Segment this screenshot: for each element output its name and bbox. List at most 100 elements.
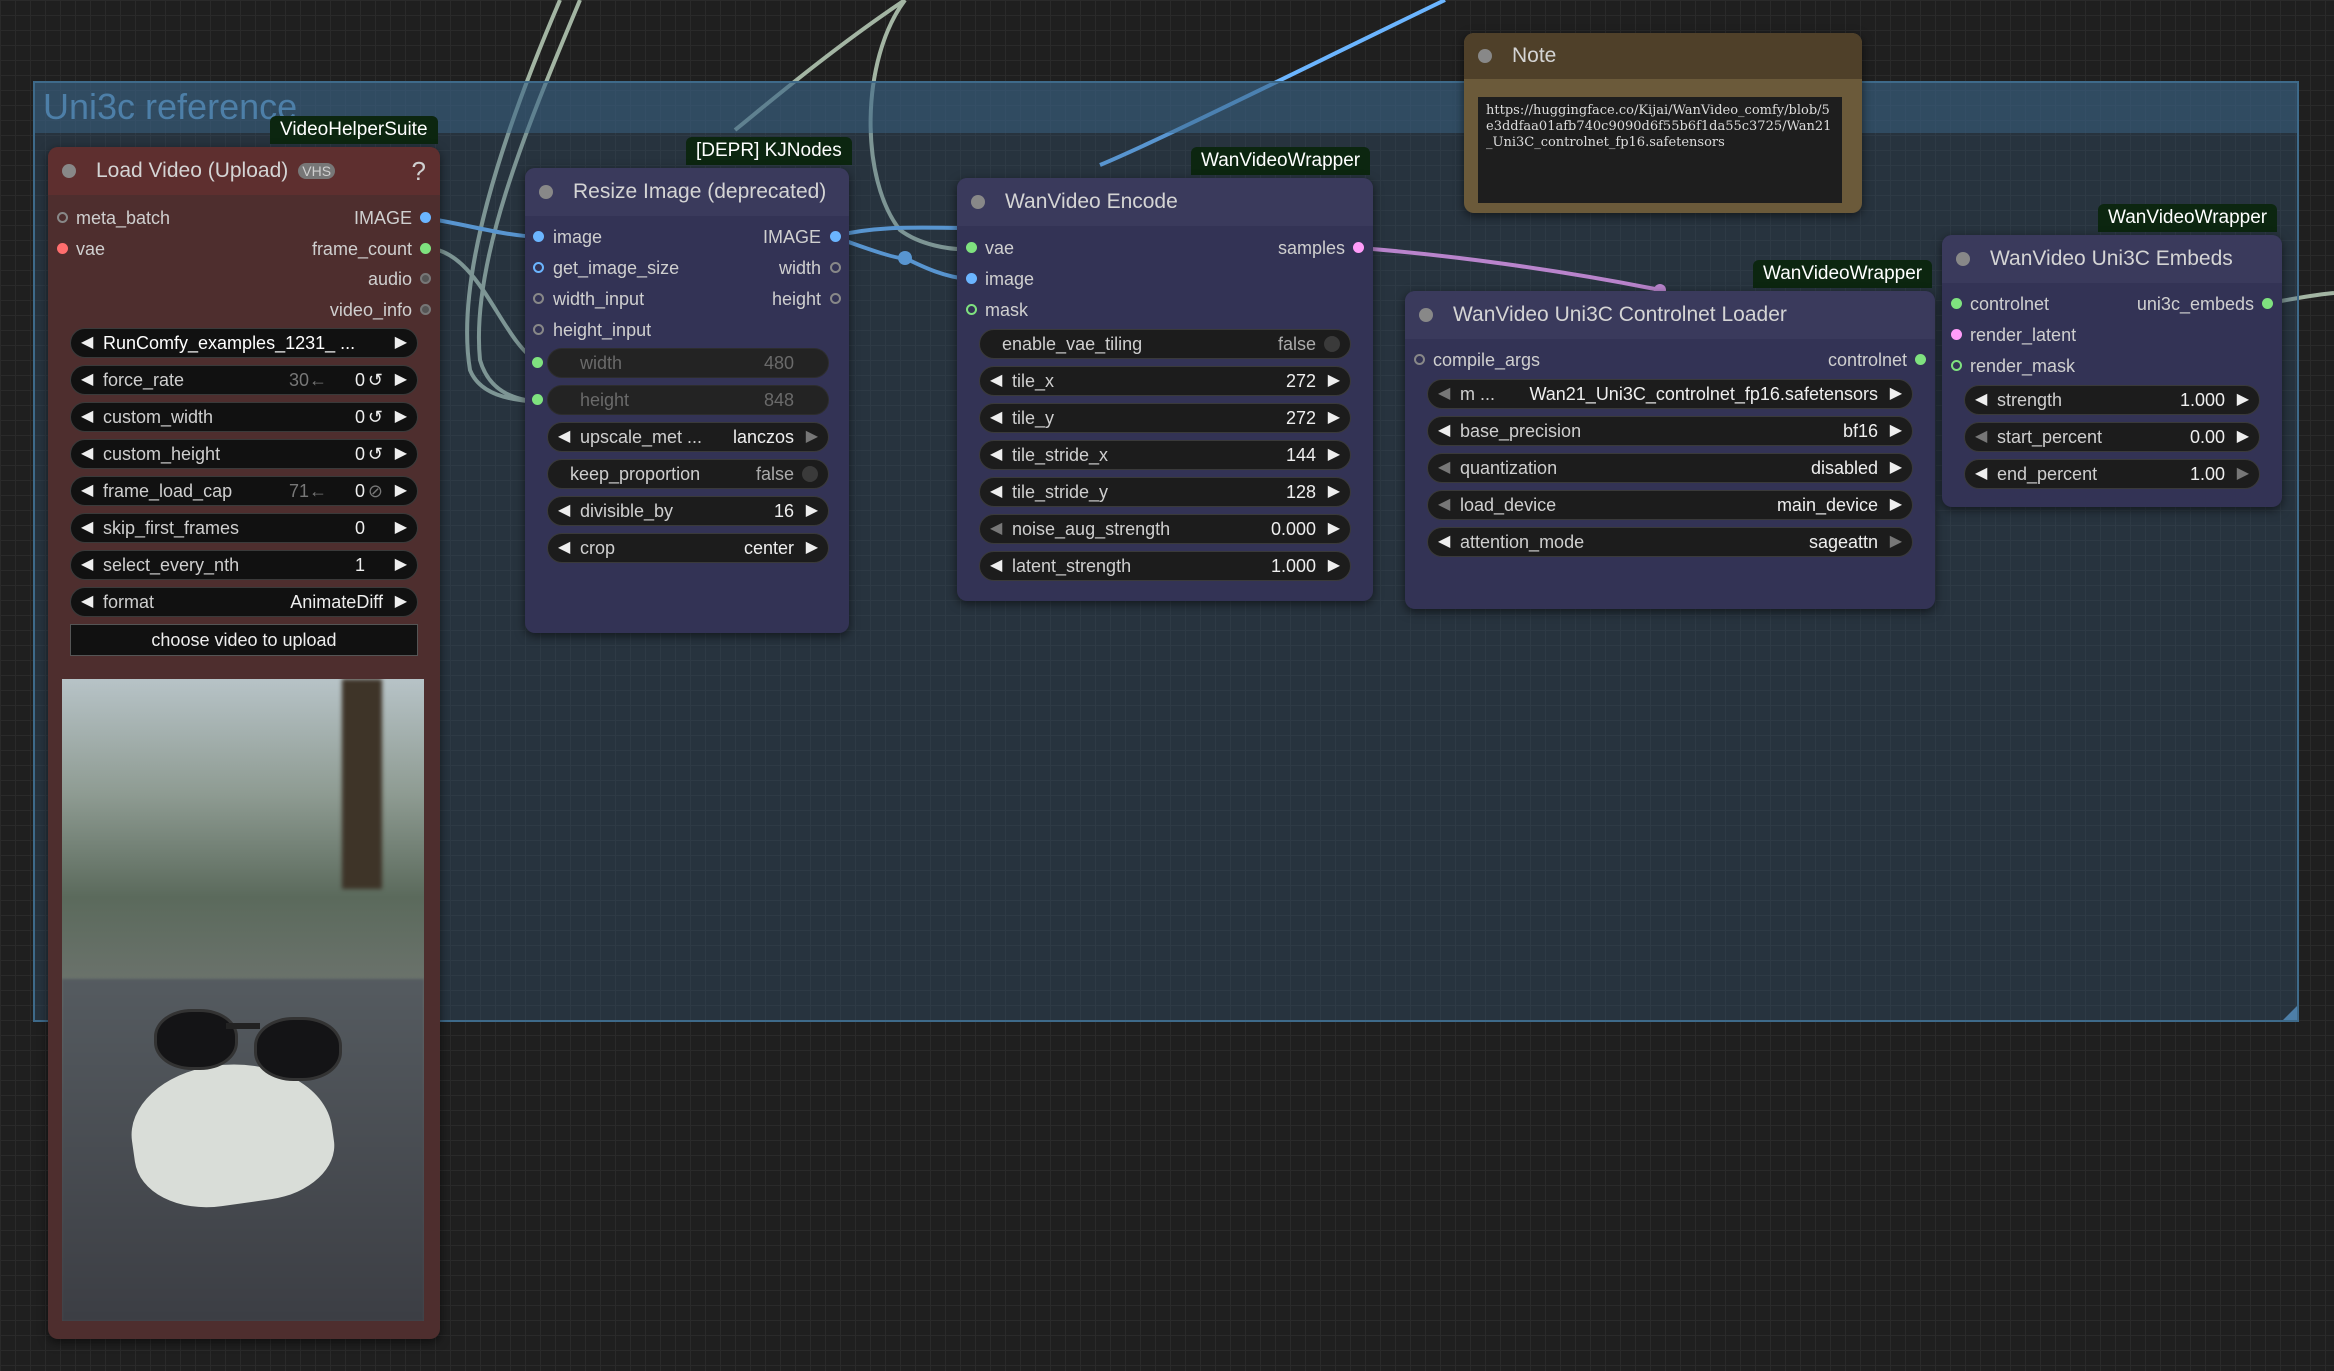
format-widget[interactable]: ◀ format AnimateDiff ▶ [70,587,418,617]
arrow-right-icon[interactable]: ▶ [1328,552,1340,580]
slot-dot[interactable] [533,293,544,304]
arrow-left-icon[interactable]: ◀ [558,534,570,562]
frame-load-cap-widget[interactable]: ◀ frame_load_cap 71← 0 ⊘ ▶ [70,476,418,506]
start-percent-widget[interactable]: ◀ start_percent 0.00 ▶ [1964,422,2260,452]
output-video-info[interactable]: video_info [48,296,440,324]
arrow-right-icon[interactable]: ▶ [1890,454,1902,482]
end-percent-widget[interactable]: ◀ end_percent 1.00 ▶ [1964,459,2260,489]
arrow-right-icon[interactable]: ▶ [395,329,407,357]
skip-first-frames-widget[interactable]: ◀ skip_first_frames 0 ▶ [70,513,418,543]
arrow-left-icon[interactable]: ◀ [1975,460,1987,488]
reset-icon[interactable]: ↺ [368,366,383,394]
uni3c-embeds-node[interactable]: WanVideo Uni3C Embeds controlnet uni3c_e… [1942,235,2282,507]
custom-height-widget[interactable]: ◀ custom_height 0 ↺ ▶ [70,439,418,469]
arrow-right-icon[interactable]: ▶ [395,514,407,542]
arrow-right-icon[interactable]: ▶ [806,497,818,525]
slot-dot[interactable] [830,231,841,242]
slot-dot[interactable] [1951,329,1962,340]
collapse-dot[interactable] [1478,49,1492,63]
toggle-knob[interactable] [802,466,818,482]
base-precision-widget[interactable]: ◀ base_precision bf16 ▶ [1427,416,1913,446]
arrow-left-icon[interactable]: ◀ [1975,423,1987,451]
custom-width-widget[interactable]: ◀ custom_width 0 ↺ ▶ [70,402,418,432]
input-vae[interactable]: vae samples [957,234,1373,262]
slot-dot[interactable] [57,212,68,223]
arrow-right-icon[interactable]: ▶ [1328,367,1340,395]
note-text[interactable]: https://huggingface.co/Kijai/WanVideo_co… [1478,97,1842,203]
node-header[interactable]: WanVideo Uni3C Controlnet Loader [1405,291,1935,339]
group-resize-handle[interactable] [2283,1006,2297,1020]
select-every-nth-widget[interactable]: ◀ select_every_nth 1 ▶ [70,550,418,580]
arrow-right-icon[interactable]: ▶ [2237,386,2249,414]
upload-button[interactable]: choose video to upload [70,624,418,656]
slot-dot[interactable] [532,394,543,405]
arrow-right-icon[interactable]: ▶ [1890,417,1902,445]
arrow-right-icon[interactable]: ▶ [2237,460,2249,488]
reset-icon[interactable]: ↺ [368,440,383,468]
input-height-input[interactable]: height_input [525,316,849,344]
arrow-right-icon[interactable]: ▶ [1890,528,1902,556]
quantization-widget[interactable]: ◀ quantization disabled ▶ [1427,453,1913,483]
slot-dot[interactable] [533,262,544,273]
arrow-right-icon[interactable]: ▶ [1890,491,1902,519]
arrow-left-icon[interactable]: ◀ [558,423,570,451]
input-meta-batch[interactable]: meta_batch IMAGE [48,204,440,232]
arrow-right-icon[interactable]: ▶ [395,551,407,579]
input-controlnet[interactable]: controlnet uni3c_embeds [1942,290,2282,318]
input-image[interactable]: image [957,265,1373,293]
input-width-input[interactable]: width_input height [525,285,849,313]
slot-dot[interactable] [830,293,841,304]
upscale-method-widget[interactable]: ◀ upscale_met ... lanczos ▶ [547,422,829,452]
arrow-left-icon[interactable]: ◀ [990,478,1002,506]
arrow-right-icon[interactable]: ▶ [2237,423,2249,451]
collapse-dot[interactable] [539,185,553,199]
arrow-right-icon[interactable]: ▶ [1328,404,1340,432]
input-mask[interactable]: mask [957,296,1373,324]
slot-dot[interactable] [533,324,544,335]
arrow-left-icon[interactable]: ◀ [558,497,570,525]
collapse-dot[interactable] [971,195,985,209]
arrow-left-icon[interactable]: ◀ [990,552,1002,580]
slot-dot[interactable] [1353,242,1364,253]
slot-dot[interactable] [420,273,431,284]
slot-dot[interactable] [420,304,431,315]
node-header[interactable]: Note [1464,33,1862,79]
tile-y-widget[interactable]: ◀ tile_y 272 ▶ [979,403,1351,433]
slot-dot[interactable] [532,357,543,368]
arrow-left-icon[interactable]: ◀ [1438,454,1450,482]
arrow-left-icon[interactable]: ◀ [1438,491,1450,519]
arrow-right-icon[interactable]: ▶ [806,534,818,562]
input-vae[interactable]: vae frame_count [48,235,440,263]
input-image[interactable]: image IMAGE [525,223,849,251]
node-header[interactable]: WanVideo Encode [957,178,1373,226]
arrow-right-icon[interactable]: ▶ [395,366,407,394]
arrow-left-icon[interactable]: ◀ [81,329,93,357]
toggle-knob[interactable] [1324,336,1340,352]
node-header[interactable]: WanVideo Uni3C Embeds [1942,235,2282,283]
slot-dot[interactable] [966,242,977,253]
arrow-right-icon[interactable]: ▶ [395,588,407,616]
strength-widget[interactable]: ◀ strength 1.000 ▶ [1964,385,2260,415]
slot-dot[interactable] [830,262,841,273]
video-preview[interactable] [62,679,424,1321]
input-get-image-size[interactable]: get_image_size width [525,254,849,282]
slot-dot[interactable] [420,212,431,223]
divisible-by-widget[interactable]: ◀ divisible_by 16 ▶ [547,496,829,526]
help-icon[interactable]: ? [412,156,426,187]
input-compile-args[interactable]: compile_args controlnet [1405,346,1935,374]
arrow-right-icon[interactable]: ▶ [1890,380,1902,408]
arrow-left-icon[interactable]: ◀ [1438,528,1450,556]
input-render-mask[interactable]: render_mask [1942,352,2282,380]
noise-aug-strength-widget[interactable]: ◀ noise_aug_strength 0.000 ▶ [979,514,1351,544]
model-select-widget[interactable]: ◀ m ... Wan21_Uni3C_controlnet_fp16.safe… [1427,379,1913,409]
wanvideo-encode-node[interactable]: WanVideo Encode vae samples image mask e… [957,178,1373,601]
arrow-left-icon[interactable]: ◀ [81,403,93,431]
arrow-right-icon[interactable]: ▶ [1328,441,1340,469]
arrow-right-icon[interactable]: ▶ [395,403,407,431]
arrow-left-icon[interactable]: ◀ [990,441,1002,469]
note-node[interactable]: Note https://huggingface.co/Kijai/WanVid… [1464,33,1862,213]
arrow-left-icon[interactable]: ◀ [1438,417,1450,445]
node-header[interactable]: Resize Image (deprecated) [525,168,849,216]
arrow-left-icon[interactable]: ◀ [81,477,93,505]
arrow-left-icon[interactable]: ◀ [81,514,93,542]
